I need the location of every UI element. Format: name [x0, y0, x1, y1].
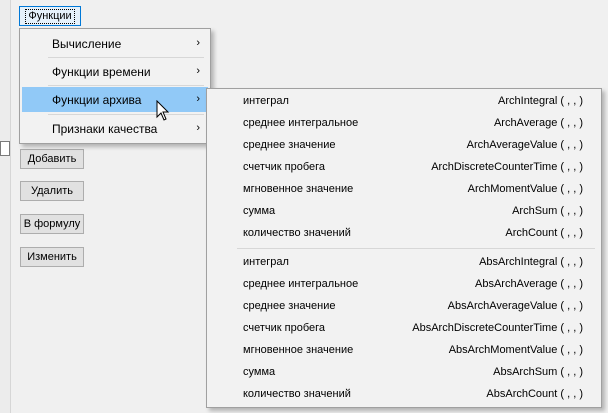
edit-button[interactable]: Изменить — [20, 247, 84, 267]
mouse-cursor-icon — [156, 100, 170, 121]
submenu-item-function: ArchMomentValue ( , , ) — [467, 183, 583, 195]
to-formula-button[interactable]: В формулу — [20, 214, 84, 234]
menu-item-label: Признаки качества — [52, 121, 158, 136]
submenu-item[interactable]: сумма ArchSum ( , , ) — [209, 200, 599, 222]
truncated-input[interactable] — [0, 141, 10, 156]
add-button[interactable]: Добавить — [20, 149, 84, 169]
submenu-item-function: AbsArchSum ( , , ) — [493, 366, 583, 378]
chevron-right-icon: › — [196, 122, 200, 134]
menu-item-label: Функции архива — [52, 92, 142, 107]
left-panel-edge — [0, 0, 10, 413]
submenu-item[interactable]: среднее интегральное AbsArchAverage ( , … — [209, 273, 599, 295]
menu-separator — [48, 114, 204, 115]
submenu-item[interactable]: мгновенное значение AbsArchMomentValue (… — [209, 339, 599, 361]
submenu-item[interactable]: счетчик пробега AbsArchDiscreteCounterTi… — [209, 317, 599, 339]
menu-item-label: Вычисление — [52, 36, 122, 51]
functions-button[interactable]: Функции — [19, 6, 81, 26]
submenu-item-function: ArchAverage ( , , ) — [493, 117, 583, 129]
submenu-item-name: среднее значение — [243, 139, 336, 151]
submenu-item-name: счетчик пробега — [243, 161, 326, 173]
submenu-item[interactable]: мгновенное значение ArchMomentValue ( , … — [209, 178, 599, 200]
menu-separator — [48, 85, 204, 86]
submenu-item[interactable]: счетчик пробега ArchDiscreteCounterTime … — [209, 156, 599, 178]
submenu-item-name: среднее интегральное — [243, 117, 359, 129]
submenu-item-name: интеграл — [243, 256, 289, 268]
archive-functions-submenu: интеграл ArchIntegral ( , , ) среднее ин… — [206, 88, 602, 408]
submenu-item-function: ArchSum ( , , ) — [512, 205, 583, 217]
menu-item-archive-functions[interactable]: Функции архива › — [22, 87, 208, 112]
submenu-item-function: AbsArchIntegral ( , , ) — [479, 256, 583, 268]
submenu-item-function: ArchIntegral ( , , ) — [498, 95, 583, 107]
submenu-item-name: мгновенное значение — [243, 344, 354, 356]
submenu-item-name: мгновенное значение — [243, 183, 354, 195]
submenu-item[interactable]: среднее значение AbsArchAverageValue ( ,… — [209, 295, 599, 317]
menu-item-quality-flags[interactable]: Признаки качества › — [22, 116, 208, 141]
submenu-item-name: сумма — [243, 205, 276, 217]
delete-button[interactable]: Удалить — [20, 181, 84, 201]
submenu-item-name: среднее интегральное — [243, 278, 359, 290]
submenu-item-function: AbsArchAverage ( , , ) — [474, 278, 583, 290]
submenu-item-function: AbsArchAverageValue ( , , ) — [447, 300, 583, 312]
submenu-item[interactable]: интеграл AbsArchIntegral ( , , ) — [209, 251, 599, 273]
submenu-item-name: сумма — [243, 366, 276, 378]
submenu-item-name: интеграл — [243, 95, 289, 107]
panel-divider — [10, 0, 11, 413]
submenu-item-name: счетчик пробега — [243, 322, 326, 334]
functions-menu: Вычисление › Функции времени › Функции а… — [19, 28, 211, 144]
submenu-item-function: AbsArchMomentValue ( , , ) — [448, 344, 583, 356]
submenu-item[interactable]: сумма AbsArchSum ( , , ) — [209, 361, 599, 383]
functions-button-label: Функции — [25, 8, 75, 24]
chevron-right-icon: › — [196, 37, 200, 49]
submenu-separator — [237, 248, 595, 249]
menu-item-time-functions[interactable]: Функции времени › — [22, 59, 208, 84]
submenu-item-name: количество значений — [243, 227, 351, 239]
submenu-item-function: ArchCount ( , , ) — [505, 227, 583, 239]
submenu-item[interactable]: интеграл ArchIntegral ( , , ) — [209, 90, 599, 112]
menu-item-calculation[interactable]: Вычисление › — [22, 31, 208, 56]
menu-item-label: Функции времени — [52, 64, 151, 79]
submenu-item-function: ArchDiscreteCounterTime ( , , ) — [431, 161, 583, 173]
submenu-item-function: AbsArchCount ( , , ) — [486, 388, 583, 400]
submenu-item-name: количество значений — [243, 388, 351, 400]
submenu-item-function: ArchAverageValue ( , , ) — [466, 139, 583, 151]
menu-separator — [48, 57, 204, 58]
chevron-right-icon: › — [196, 65, 200, 77]
submenu-item[interactable]: количество значений AbsArchCount ( , , ) — [209, 383, 599, 405]
submenu-item-name: среднее значение — [243, 300, 336, 312]
submenu-item[interactable]: среднее интегральное ArchAverage ( , , ) — [209, 112, 599, 134]
submenu-item[interactable]: среднее значение ArchAverageValue ( , , … — [209, 134, 599, 156]
submenu-item[interactable]: количество значений ArchCount ( , , ) — [209, 222, 599, 244]
chevron-right-icon: › — [196, 93, 200, 105]
submenu-item-function: AbsArchDiscreteCounterTime ( , , ) — [412, 322, 583, 334]
